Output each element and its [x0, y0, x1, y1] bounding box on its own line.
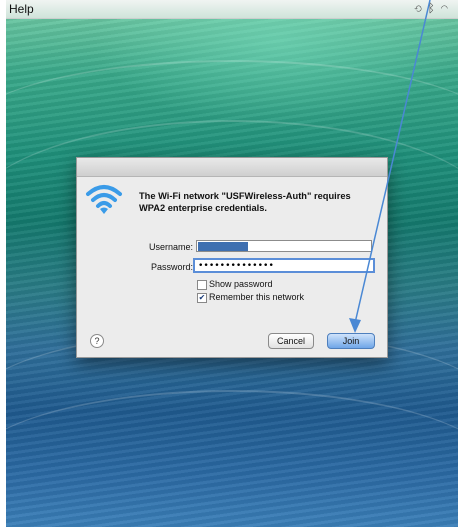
wifi-icon[interactable]: ◠ [441, 1, 454, 15]
username-label: Username: [148, 242, 193, 252]
wifi-credentials-dialog: The Wi-Fi network "USFWireless-Auth" req… [76, 157, 388, 358]
help-button[interactable]: ? [90, 334, 104, 348]
bluetooth-icon[interactable]: ᛒ [428, 1, 441, 15]
password-label: Password: [150, 262, 193, 272]
join-button[interactable]: Join [327, 333, 375, 349]
time-machine-icon[interactable]: ⟲ [414, 1, 427, 15]
password-value: •••••••••••••• [198, 261, 274, 271]
show-password-label: Show password [209, 279, 273, 289]
username-selection [198, 242, 248, 251]
status-icons: ⟲ᛒ◠ [414, 1, 454, 15]
help-menu[interactable]: Help [9, 2, 34, 16]
remember-network-checkbox[interactable]: ✔ [197, 293, 207, 303]
remember-network-label: Remember this network [209, 292, 305, 302]
dialog-message: The Wi-Fi network "USFWireless-Auth" req… [139, 191, 351, 213]
show-password-checkbox[interactable] [197, 280, 207, 290]
username-field[interactable] [196, 240, 372, 252]
dialog-titlebar [77, 158, 387, 177]
password-field[interactable]: •••••••••••••• [193, 258, 375, 273]
wifi-icon [86, 185, 122, 214]
cancel-button[interactable]: Cancel [268, 333, 314, 349]
menu-bar: Help ⟲ᛒ◠ [6, 0, 458, 19]
wallpaper-wave [6, 390, 458, 527]
